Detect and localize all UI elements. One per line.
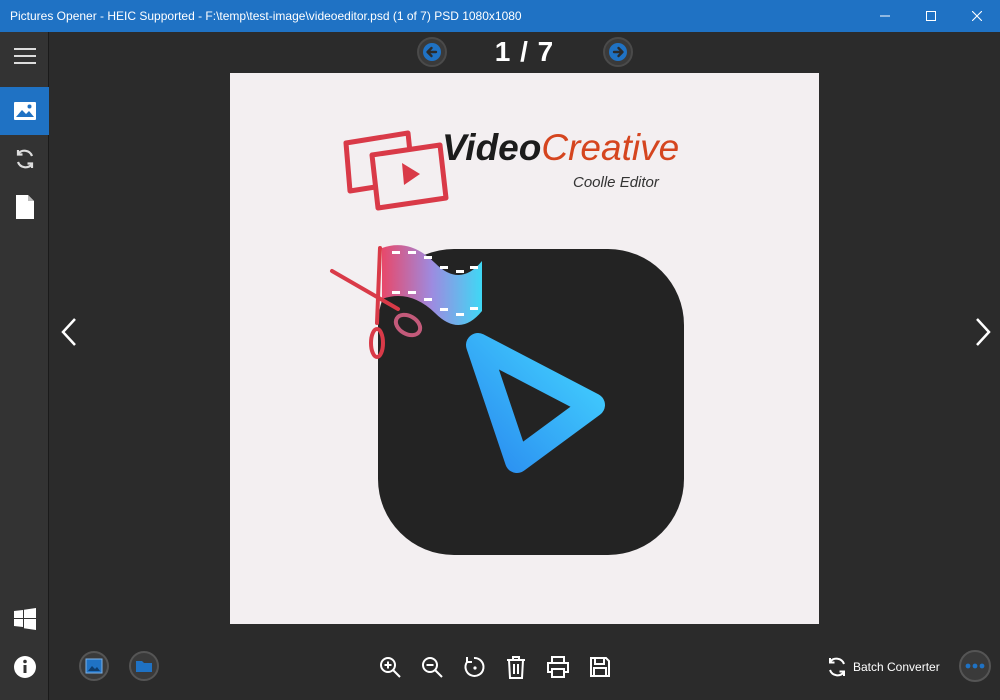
minimize-icon — [880, 15, 890, 17]
next-image-button[interactable] — [963, 307, 1000, 357]
zoom-out-button[interactable] — [417, 652, 447, 682]
title-bar: Pictures Opener - HEIC Supported - F:\te… — [0, 0, 1000, 32]
viewer-area: 1 / 7 VideoCreative Coolle Editor Batch … — [49, 32, 1000, 700]
previous-page-button[interactable] — [416, 37, 447, 67]
file-icon — [15, 195, 34, 219]
arrow-left-icon — [422, 43, 441, 61]
sync-icon — [16, 149, 33, 169]
image-canvas: VideoCreative Coolle Editor — [230, 73, 819, 624]
sidebar-item-document[interactable] — [0, 183, 49, 231]
zoom-out-icon — [422, 657, 443, 678]
rotate-icon — [464, 656, 485, 677]
brand-mark-icon — [343, 130, 449, 211]
print-button[interactable] — [543, 652, 573, 682]
minimize-button[interactable] — [862, 0, 908, 32]
image-icon — [13, 102, 36, 120]
window-title: Pictures Opener - HEIC Supported - F:\te… — [10, 9, 522, 23]
page-counter: 1 / 7 — [494, 36, 555, 67]
maximize-button[interactable] — [908, 0, 954, 32]
svg-text:VideoCreative: VideoCreative — [442, 127, 679, 168]
close-icon — [972, 11, 982, 21]
sidebar-menu-button[interactable] — [0, 32, 49, 80]
windows-icon — [13, 608, 36, 630]
hamburger-icon — [13, 48, 36, 64]
open-image-icon — [85, 658, 103, 674]
maximize-icon — [926, 11, 936, 21]
chevron-left-icon — [61, 318, 76, 346]
bottom-toolbar: Batch Converter — [49, 644, 1000, 690]
chevron-right-icon — [976, 318, 991, 346]
previous-image-button[interactable] — [49, 307, 89, 357]
pager: 1 / 7 — [49, 32, 1000, 72]
next-page-button[interactable] — [602, 37, 633, 67]
sidebar-item-converter[interactable] — [0, 135, 49, 183]
brand-word-creative: Creative — [541, 127, 679, 168]
sidebar-item-viewer[interactable] — [0, 87, 49, 135]
info-icon — [13, 656, 36, 678]
delete-icon — [507, 656, 525, 679]
save-icon — [590, 657, 610, 677]
brand-tagline: Coolle Editor — [573, 174, 660, 191]
zoom-in-icon — [380, 657, 401, 678]
sidebar-windows-button[interactable] — [0, 595, 49, 643]
zoom-in-button[interactable] — [375, 652, 405, 682]
sync-icon — [829, 657, 845, 677]
brand-word-video: Video — [442, 127, 541, 168]
batch-converter-label: Batch Converter — [853, 660, 940, 674]
sidebar — [0, 32, 49, 700]
more-icon — [965, 663, 985, 669]
video-creative-logo: VideoCreative Coolle Editor — [330, 127, 684, 555]
save-button[interactable] — [585, 652, 615, 682]
print-icon — [547, 656, 569, 678]
open-image-button[interactable] — [79, 651, 109, 681]
open-folder-button[interactable] — [129, 651, 159, 681]
more-options-button[interactable] — [959, 650, 991, 682]
open-folder-icon — [136, 661, 152, 672]
arrow-right-icon — [608, 43, 627, 61]
rotate-button[interactable] — [459, 652, 489, 682]
batch-converter-button[interactable]: Batch Converter — [825, 652, 940, 682]
close-button[interactable] — [954, 0, 1000, 32]
delete-button[interactable] — [501, 652, 531, 682]
sidebar-about-button[interactable] — [0, 643, 49, 691]
